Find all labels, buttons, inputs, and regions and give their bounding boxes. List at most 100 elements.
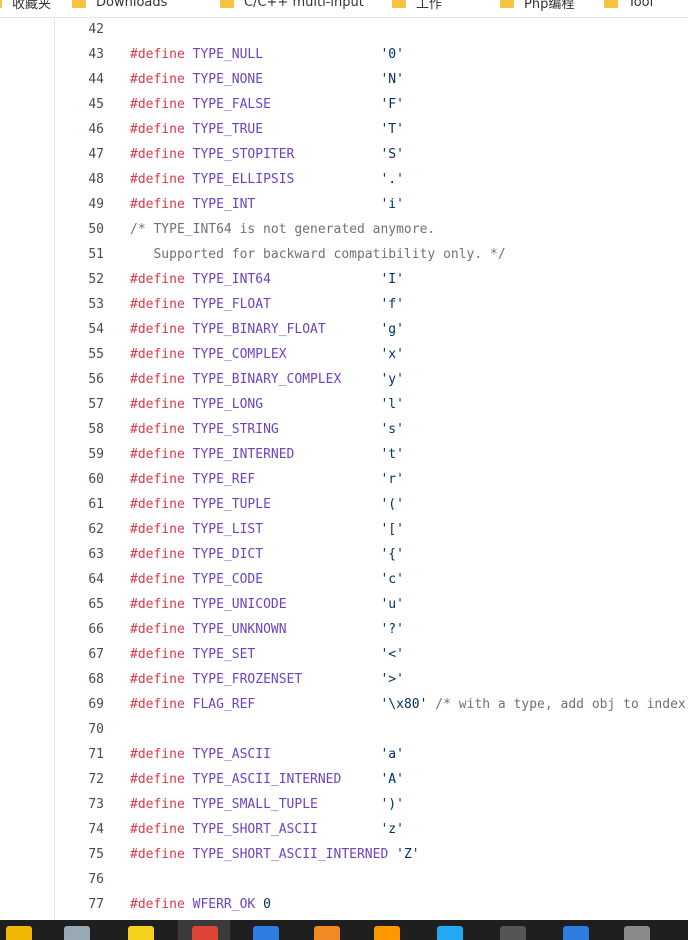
line-number[interactable]: 66	[60, 617, 104, 642]
preprocessor-keyword: #define	[130, 97, 185, 112]
line-number[interactable]: 65	[60, 592, 104, 617]
macro-value: 'F'	[380, 97, 404, 112]
preprocessor-keyword: #define	[130, 347, 185, 362]
macro-name: TYPE_SHORT_ASCII	[192, 822, 318, 837]
line-number[interactable]: 53	[60, 292, 104, 317]
line-number[interactable]: 71	[60, 742, 104, 767]
line-number[interactable]: 76	[60, 867, 104, 892]
preprocessor-keyword: #define	[130, 847, 185, 862]
code-line: 46 #define TYPE_TRUE 'T'	[0, 117, 688, 142]
macro-value: '['	[380, 522, 404, 537]
code-line: 51 Supported for backward compatibility …	[0, 242, 688, 267]
bookmark-item[interactable]: Downloads	[72, 0, 167, 12]
preprocessor-keyword: #define	[130, 897, 185, 912]
line-number[interactable]: 46	[60, 117, 104, 142]
macro-name: TYPE_SMALL_TUPLE	[192, 797, 318, 812]
line-number[interactable]: 59	[60, 442, 104, 467]
vscode-icon[interactable]	[437, 926, 463, 940]
line-number[interactable]: 47	[60, 142, 104, 167]
code-line: 60 #define TYPE_REF 'r'	[0, 467, 688, 492]
macro-value: 0	[263, 897, 271, 912]
app-orange-icon[interactable]	[314, 926, 340, 940]
line-number[interactable]: 55	[60, 342, 104, 367]
line-content: /* TYPE_INT64 is not generated anymore.	[130, 217, 435, 242]
line-number[interactable]: 75	[60, 842, 104, 867]
chrome-icon[interactable]	[192, 926, 218, 940]
bookmark-item[interactable]: C/C++ multi-input	[220, 0, 364, 12]
notepad-icon[interactable]	[64, 926, 90, 940]
macro-value: '.'	[380, 172, 404, 187]
line-number[interactable]: 63	[60, 542, 104, 567]
line-number[interactable]: 45	[60, 92, 104, 117]
app-blue-icon[interactable]	[253, 926, 279, 940]
code-line: 42	[0, 18, 688, 42]
code-line: 71 #define TYPE_ASCII 'a'	[0, 742, 688, 767]
macro-name: TYPE_UNKNOWN	[192, 622, 287, 637]
avatar-icon[interactable]	[624, 926, 650, 940]
line-content: #define TYPE_DICT '{'	[130, 542, 404, 567]
line-content: #define TYPE_INT64 'I'	[130, 267, 404, 292]
macro-name: TYPE_NONE	[192, 72, 264, 87]
macro-value: 'N'	[380, 72, 404, 87]
bookmark-item[interactable]: 工作	[392, 0, 442, 12]
code-line: 59 #define TYPE_INTERNED 't'	[0, 442, 688, 467]
code-line: 54 #define TYPE_BINARY_FLOAT 'g'	[0, 317, 688, 342]
line-number[interactable]: 70	[60, 717, 104, 742]
line-content: #define TYPE_SMALL_TUPLE ')'	[130, 792, 404, 817]
bookmark-item[interactable]: Php编程	[500, 0, 574, 12]
line-number[interactable]: 72	[60, 767, 104, 792]
line-number[interactable]: 57	[60, 392, 104, 417]
line-number[interactable]: 60	[60, 467, 104, 492]
line-number[interactable]: 67	[60, 642, 104, 667]
line-number[interactable]: 62	[60, 517, 104, 542]
macro-value: 'x'	[380, 347, 404, 362]
line-content: #define TYPE_NONE 'N'	[130, 67, 404, 92]
line-number[interactable]: 58	[60, 417, 104, 442]
code-line: 67 #define TYPE_SET '<'	[0, 642, 688, 667]
app-blue2-icon[interactable]	[563, 926, 589, 940]
line-content: #define TYPE_SET '<'	[130, 642, 404, 667]
line-number[interactable]: 77	[60, 892, 104, 917]
line-number[interactable]: 64	[60, 567, 104, 592]
macro-name: TYPE_ASCII_INTERNED	[192, 772, 342, 787]
line-number[interactable]: 50	[60, 217, 104, 242]
line-number[interactable]: 68	[60, 667, 104, 692]
macro-name: TYPE_CODE	[192, 572, 264, 587]
sublime-icon[interactable]	[374, 926, 400, 940]
line-number[interactable]: 44	[60, 67, 104, 92]
code-line: 72 #define TYPE_ASCII_INTERNED 'A'	[0, 767, 688, 792]
line-number[interactable]: 56	[60, 367, 104, 392]
line-number[interactable]: 43	[60, 42, 104, 67]
bookmark-item[interactable]: Tool	[604, 0, 653, 12]
preprocessor-keyword: #define	[130, 322, 185, 337]
line-number[interactable]: 52	[60, 267, 104, 292]
line-number[interactable]: 54	[60, 317, 104, 342]
macro-name: TYPE_FLOAT	[192, 297, 271, 312]
line-number[interactable]: 69	[60, 692, 104, 717]
line-number[interactable]: 51	[60, 242, 104, 267]
line-number[interactable]: 48	[60, 167, 104, 192]
macro-value: 'u'	[380, 597, 404, 612]
line-number[interactable]: 61	[60, 492, 104, 517]
bookmark-item[interactable]: 收藏夹	[0, 0, 51, 12]
line-number[interactable]: 42	[60, 18, 104, 42]
macro-value: 'Z'	[396, 847, 420, 862]
media-player-icon[interactable]	[128, 926, 154, 940]
line-number[interactable]: 49	[60, 192, 104, 217]
macro-value: 'r'	[380, 472, 404, 487]
file-explorer-icon[interactable]	[6, 926, 32, 940]
macro-name: TYPE_INT	[192, 197, 256, 212]
preprocessor-keyword: #define	[130, 47, 185, 62]
line-number[interactable]: 73	[60, 792, 104, 817]
terminal-icon[interactable]	[500, 926, 526, 940]
line-number[interactable]: 74	[60, 817, 104, 842]
code-line: 47 #define TYPE_STOPITER 'S'	[0, 142, 688, 167]
